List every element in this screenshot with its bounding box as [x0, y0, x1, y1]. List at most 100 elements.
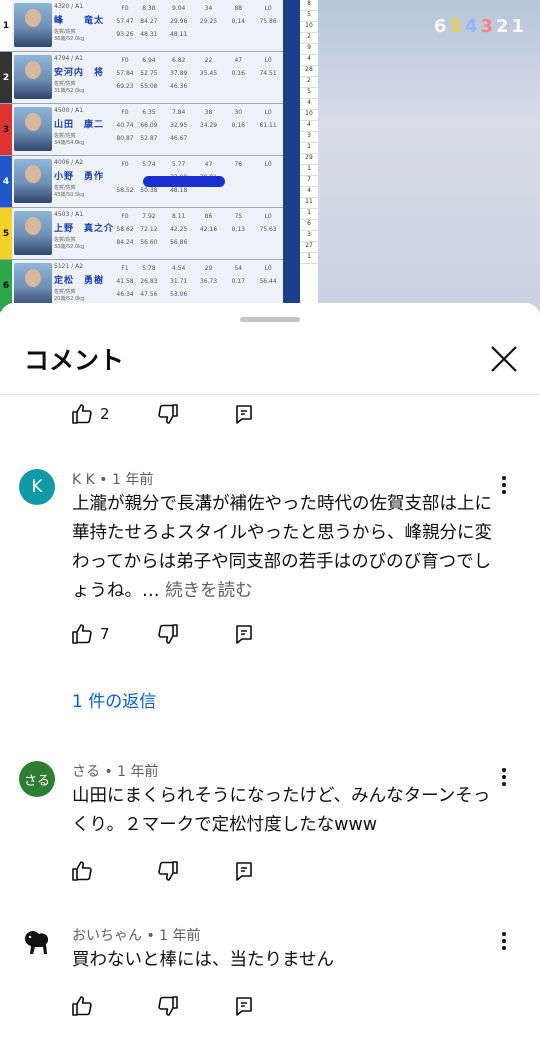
like-button[interactable] [70, 856, 156, 886]
lane-digit: 4 [464, 16, 478, 37]
comment-time: 1 年前 [159, 928, 201, 944]
comment-body: 買わないと棒には、当たりません [72, 950, 334, 970]
avatar-letter: さる [23, 773, 50, 789]
lane-number: 5 [0, 208, 12, 259]
stat-cell: 8.11 [172, 213, 186, 220]
stat-cell: 38 [204, 109, 213, 116]
racer-branch: 佐賀/佐賀 [54, 237, 76, 243]
racer-info: 4794 / A1 安河内 将佐賀/佐賀 31歳/52.0kg [54, 52, 116, 103]
thumbs-down-icon [158, 624, 178, 644]
reply-icon [236, 862, 252, 881]
stat-cell: 56.60 [140, 239, 158, 246]
racer-row: 1 4320 / A1 峰 竜太 佐賀/佐賀 38歳/52.0kg F0 8.38 9.04 3… [0, 0, 283, 52]
lane-digit: 3 [480, 16, 493, 37]
comment-author[interactable]: さる [72, 764, 100, 780]
numbers-column: 8 5 10 2 9 4 28 2 5 4 10 4 3 1 29 1 7 4 11 1 6 3 27 1 [300, 0, 318, 310]
scribble-mark [143, 176, 225, 187]
comment-time: 1 年前 [117, 764, 159, 780]
dislike-button[interactable] [156, 991, 232, 1021]
sheet-title: コメント [24, 346, 125, 375]
racer-stats: F0 7.92 8.11 86 75 L0 58.62 72.12 42.25 42.16 0.13… [116, 208, 283, 259]
stat-cell: 0.16 [231, 122, 245, 129]
racer-stats: F0 6.94 6.82 22 47 L0 57.84 52.75 37.89 35.45 0.16… [116, 52, 283, 103]
stat-cell: 6.35 [142, 109, 156, 116]
racer-row: 2 4794 / A1 安河内 将佐賀/佐賀 31歳/52.0kg F0 6.94 6.82… [0, 52, 283, 104]
stat-cell: 34.29 [199, 122, 218, 129]
stat-cell: 61.11 [259, 122, 277, 129]
reply-button[interactable] [232, 619, 256, 649]
like-count: 2 [100, 405, 110, 423]
dislike-button[interactable] [156, 856, 232, 886]
stat-cell: 37.89 [170, 70, 188, 77]
like-button[interactable]: 7 [70, 619, 156, 649]
racer-name: 山田 康二 [54, 120, 105, 130]
comment-author[interactable]: K K [72, 472, 95, 488]
thumbs-down-icon [158, 404, 178, 424]
stat-cell: 84.24 [116, 239, 134, 246]
racer-branch: 佐賀/佐賀 [54, 289, 76, 295]
lane-digit: 6 [433, 16, 447, 37]
stat-cell: 93.26 [116, 31, 134, 38]
like-button[interactable] [70, 991, 156, 1021]
reply-icon [236, 997, 252, 1016]
stat-cell: 55.08 [140, 83, 158, 90]
stat-cell: L0 [264, 161, 272, 168]
stat-cell: 58.52 [116, 187, 134, 194]
avatar[interactable] [19, 925, 55, 961]
comment-text: 山田にまくられそうになったけど、みんなターンそっくり。２マークで定松忖度したなw… [72, 782, 502, 840]
comment-text: 上瀧が親分で長溝が補佐やった時代の佐賀支部は上に華持たせろよスタイルやったと思う… [72, 490, 502, 606]
lane-digit: 5 [449, 16, 462, 37]
stat-cell: F0 [121, 161, 129, 168]
reply-icon [236, 625, 252, 644]
stat-cell: 32.95 [170, 122, 188, 129]
racer-name: 定松 勇樹 [54, 276, 105, 286]
avatar-letter: K [31, 477, 43, 497]
stat-cell: 48.18 [170, 187, 188, 194]
stat-cell: 66.09 [140, 122, 158, 129]
drag-handle[interactable] [240, 317, 300, 322]
thumbs-up-icon [72, 861, 92, 881]
comment-time: 1 年前 [111, 472, 154, 488]
stat-cell: 69.23 [116, 83, 134, 90]
lane-number: 4 [0, 156, 12, 207]
close-button[interactable] [484, 339, 524, 379]
stat-cell: 48.31 [140, 31, 158, 38]
stat-cell: 0.16 [231, 70, 245, 77]
stat-cell: L0 [264, 57, 272, 64]
stat-cell: 5.78 [142, 265, 156, 272]
stat-cell [223, 174, 253, 187]
read-more-link[interactable]: 続きを読む [165, 581, 253, 601]
view-replies-link[interactable]: 1 件の返信 [72, 687, 156, 712]
lane-digit: 1 [511, 16, 524, 37]
racer-info: 4500 / A1 山田 康二 佐賀/佐賀 34歳/54.0kg [54, 104, 116, 155]
stat-cell: L0 [264, 109, 272, 116]
reply-button[interactable] [232, 856, 256, 886]
comment-author[interactable]: おいちゃん [72, 928, 142, 944]
racer-reg: 4320 / A1 [54, 3, 84, 10]
stat-cell: 52.75 [140, 70, 158, 77]
racer-name: 小野 勇作 [54, 172, 105, 182]
like-button[interactable]: 2 [70, 399, 156, 429]
racer-reg: 5121 / A2 [54, 263, 84, 270]
stat-cell: 4.54 [172, 265, 186, 272]
comment-body: 上瀧が親分で長溝が補佐やった時代の佐賀支部は上に華持たせろよスタイルやったと思う… [72, 494, 492, 601]
stat-cell: 54 [234, 265, 243, 272]
avatar[interactable]: K [19, 469, 55, 505]
racer-name: 安河内 将 [54, 68, 105, 78]
dislike-button[interactable] [156, 399, 232, 429]
stat-cell: 5.74 [142, 161, 156, 168]
thumbs-up-icon [72, 624, 92, 644]
comment-meta: さる • 1 年前 [72, 764, 159, 780]
video-player[interactable]: 1 4320 / A1 峰 竜太 佐賀/佐賀 38歳/52.0kg F0 8.38 9.04 3… [0, 0, 540, 330]
dislike-button[interactable] [156, 619, 232, 649]
racer-age: 43歳/50.5kg [54, 192, 85, 198]
stat-cell: 5.77 [172, 161, 186, 168]
racer-reg: 4794 / A1 [54, 55, 84, 62]
reply-button[interactable] [232, 399, 256, 429]
stat-cell: 56.86 [170, 239, 188, 246]
avatar[interactable]: さる [19, 761, 55, 797]
reply-button[interactable] [232, 991, 256, 1021]
stat-cell: 8.38 [142, 5, 156, 12]
stat-cell: L0 [264, 5, 272, 12]
stat-cell: F0 [121, 5, 129, 12]
